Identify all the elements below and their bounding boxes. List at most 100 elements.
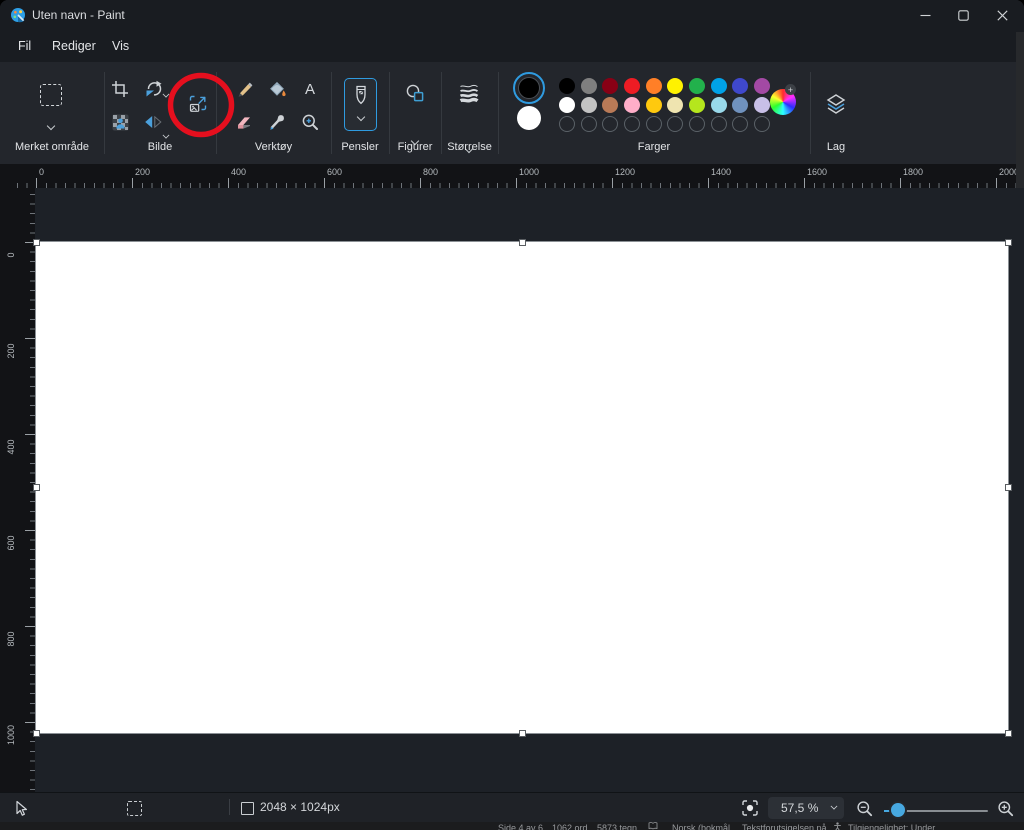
h-ruler-major-tick [36, 178, 37, 188]
color-swatch[interactable] [602, 78, 618, 94]
canvas-handle-middle-left[interactable] [33, 484, 40, 491]
layers-button[interactable] [822, 90, 850, 118]
canvas-handle-bottom-right[interactable] [1005, 730, 1012, 737]
accessibility-person-icon [833, 822, 842, 830]
canvas-handle-bottom-middle[interactable] [519, 730, 526, 737]
canvas-handle-top-left[interactable] [33, 239, 40, 246]
canvas-handle-top-right[interactable] [1005, 239, 1012, 246]
rotate-icon [144, 80, 162, 98]
h-ruler-label: 0 [39, 167, 44, 177]
pencil-tool-button[interactable] [231, 76, 257, 102]
h-ruler-major-tick [900, 178, 901, 188]
color-swatch[interactable] [711, 78, 727, 94]
size-button[interactable] [456, 80, 482, 106]
canvas-handle-bottom-left[interactable] [33, 730, 40, 737]
color-swatch[interactable] [689, 97, 705, 113]
empty-color-slot[interactable] [711, 116, 727, 132]
flip-button[interactable] [140, 109, 166, 135]
empty-color-slot[interactable] [732, 116, 748, 132]
zoom-dropdown-chevron-icon [831, 803, 837, 809]
canvas-handle-top-middle[interactable] [519, 239, 526, 246]
h-ruler-major-tick [612, 178, 613, 188]
menu-vis[interactable]: Vis [102, 34, 139, 58]
color-swatch[interactable] [754, 78, 770, 94]
h-ruler-label: 1200 [615, 167, 635, 177]
minimize-icon [920, 10, 931, 21]
canvas-handle-middle-right[interactable] [1005, 484, 1012, 491]
color-swatch[interactable] [732, 97, 748, 113]
empty-color-slot[interactable] [559, 116, 575, 132]
secondary-color-selector[interactable] [517, 106, 541, 130]
background-status-text: 1062 ord [552, 823, 588, 830]
fill-tool-button[interactable] [264, 76, 290, 102]
color-swatch[interactable] [646, 97, 662, 113]
zoom-level-dropdown[interactable]: 57,5 % [768, 797, 844, 819]
v-ruler-label: 800 [6, 628, 16, 650]
magnifier-tool-button[interactable] [297, 109, 323, 135]
empty-color-slot[interactable] [689, 116, 705, 132]
color-swatch[interactable] [646, 78, 662, 94]
color-swatch[interactable] [754, 97, 770, 113]
color-swatch[interactable] [559, 97, 575, 113]
color-swatch[interactable] [667, 97, 683, 113]
h-ruler-label: 200 [135, 167, 150, 177]
drawing-canvas[interactable] [36, 242, 1008, 733]
window-title: Uten navn - Paint [32, 8, 125, 22]
shapes-icon [405, 83, 425, 103]
crop-button[interactable] [107, 76, 133, 102]
menu-rediger[interactable]: Rediger [42, 34, 106, 58]
color-swatch[interactable] [581, 97, 597, 113]
brushes-dropdown-chevron-icon[interactable] [357, 114, 365, 122]
v-ruler-major-tick [25, 626, 35, 627]
color-picker-tool-button[interactable] [264, 109, 290, 135]
maximize-button[interactable] [942, 0, 984, 30]
pencil-icon [235, 80, 253, 98]
v-ruler-major-tick [25, 338, 35, 339]
empty-color-slot[interactable] [754, 116, 770, 132]
color-swatch[interactable] [581, 78, 597, 94]
color-swatch[interactable] [624, 78, 640, 94]
flip-dropdown-chevron-icon[interactable] [163, 133, 169, 139]
cursor-position-indicator [14, 800, 29, 817]
colors-section-label: Farger [498, 141, 810, 153]
background-status-text: 5873 tegn [597, 823, 637, 830]
image-section-label: Bilde [104, 141, 216, 153]
empty-color-slot[interactable] [646, 116, 662, 132]
color-swatch[interactable] [732, 78, 748, 94]
remove-background-button[interactable] [107, 109, 133, 135]
v-ruler-label: 600 [6, 532, 16, 554]
color-swatch[interactable] [667, 78, 683, 94]
zoom-out-button[interactable] [856, 800, 873, 817]
empty-color-slot[interactable] [602, 116, 618, 132]
resize-image-button[interactable] [184, 90, 212, 118]
rotate-dropdown-chevron-icon[interactable] [163, 92, 169, 98]
empty-color-slot[interactable] [667, 116, 683, 132]
text-tool-icon: A [305, 82, 315, 97]
primary-color-selector[interactable] [513, 72, 545, 104]
selection-tool-button[interactable] [38, 82, 64, 108]
background-app-status-strip[interactable]: Side 4 av 61062 ord5873 tegnNorsk (bokmå… [0, 822, 1024, 830]
color-swatch[interactable] [624, 97, 640, 113]
empty-color-slot[interactable] [624, 116, 640, 132]
minimize-button[interactable] [904, 0, 946, 30]
selection-dropdown-chevron-icon[interactable] [47, 123, 55, 131]
fit-to-screen-icon [741, 799, 759, 817]
zoom-slider-thumb[interactable] [889, 801, 907, 819]
brushes-button[interactable] [344, 78, 377, 131]
eraser-tool-button[interactable] [231, 109, 257, 135]
text-tool-button[interactable]: A [297, 76, 323, 102]
h-ruler-major-tick [228, 178, 229, 188]
close-button[interactable] [980, 0, 1024, 30]
fit-to-screen-button[interactable] [741, 799, 759, 817]
empty-color-slot[interactable] [581, 116, 597, 132]
h-ruler-major-tick [708, 178, 709, 188]
shapes-button[interactable] [402, 80, 428, 106]
h-ruler-major-tick [132, 178, 133, 188]
color-swatch[interactable] [559, 78, 575, 94]
zoom-in-button[interactable] [997, 800, 1014, 817]
color-swatch[interactable] [689, 78, 705, 94]
menubar: Fil Rediger Vis [0, 30, 1024, 62]
color-swatch[interactable] [602, 97, 618, 113]
menu-fil[interactable]: Fil [8, 34, 41, 58]
color-swatch[interactable] [711, 97, 727, 113]
